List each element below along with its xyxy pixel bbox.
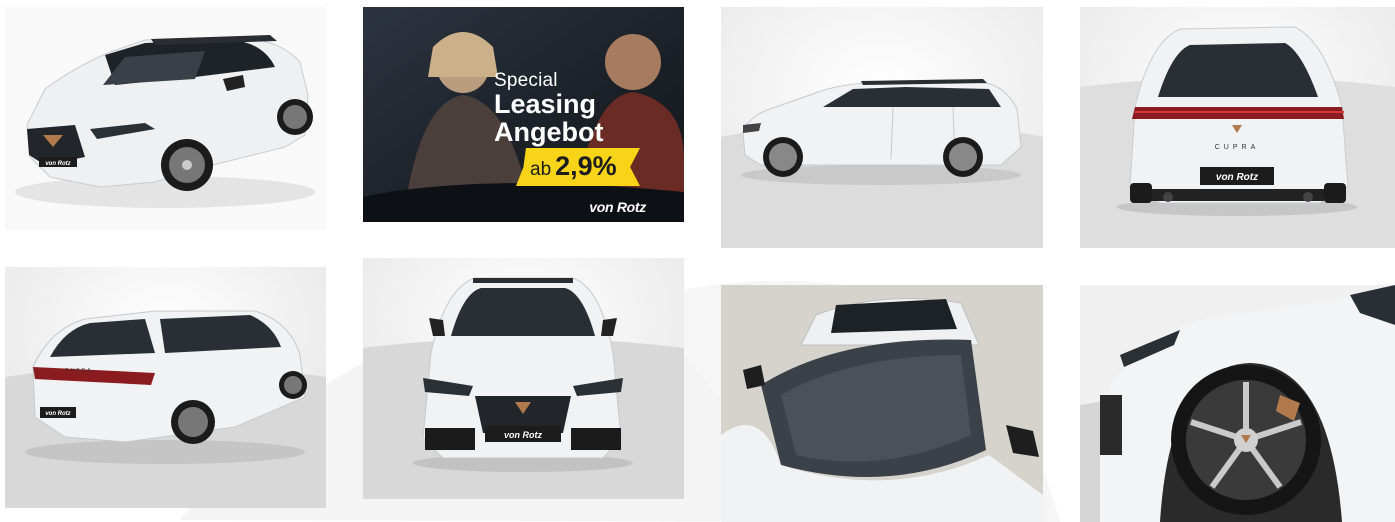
- car-front-three-quarter-image: von Rotz: [5, 7, 326, 230]
- car-side-profile-image: [721, 7, 1043, 248]
- car-panorama-roof-image: [721, 285, 1043, 522]
- gallery-image-panorama-roof[interactable]: [721, 285, 1043, 522]
- promo-badge-prefix: ab: [530, 159, 552, 180]
- promo-rate-badge: ab 2,9%: [516, 148, 640, 186]
- rear-three-quarter-plate: von Rotz: [45, 411, 70, 417]
- car-front-view-image: von Rotz: [363, 258, 684, 499]
- rear-badge-text: CUPRA: [1215, 144, 1260, 151]
- gallery-image-wheel-detail[interactable]: [1080, 285, 1395, 522]
- front-plate-label: von Rotz: [45, 161, 70, 167]
- car-wheel-detail-image: [1080, 285, 1395, 522]
- promo-brand-logo: von Rotz: [589, 199, 646, 215]
- promo-banner[interactable]: Special Leasing Angebot ab 2,9% von Rotz: [363, 7, 684, 222]
- rear-plate-label: von Rotz: [1216, 172, 1258, 183]
- car-rear-view-image: CUPRA von Rotz: [1080, 7, 1395, 248]
- gallery-image-front-three-quarter[interactable]: von Rotz: [5, 7, 326, 230]
- car-rear-three-quarter-image: CUPRA von Rotz: [5, 267, 326, 508]
- gallery-image-side-profile[interactable]: [721, 7, 1043, 248]
- gallery-image-rear-three-quarter[interactable]: CUPRA von Rotz: [5, 267, 326, 508]
- front-view-plate: von Rotz: [504, 430, 542, 440]
- gallery-image-front-view[interactable]: von Rotz: [363, 258, 684, 499]
- promo-leasing-text: Leasing: [494, 89, 597, 119]
- promo-angebot-text: Angebot: [494, 117, 604, 147]
- gallery-image-rear-view[interactable]: CUPRA von Rotz: [1080, 7, 1395, 248]
- promo-badge-rate: 2,9%: [555, 151, 617, 181]
- rear-three-quarter-badge: CUPRA: [65, 368, 93, 374]
